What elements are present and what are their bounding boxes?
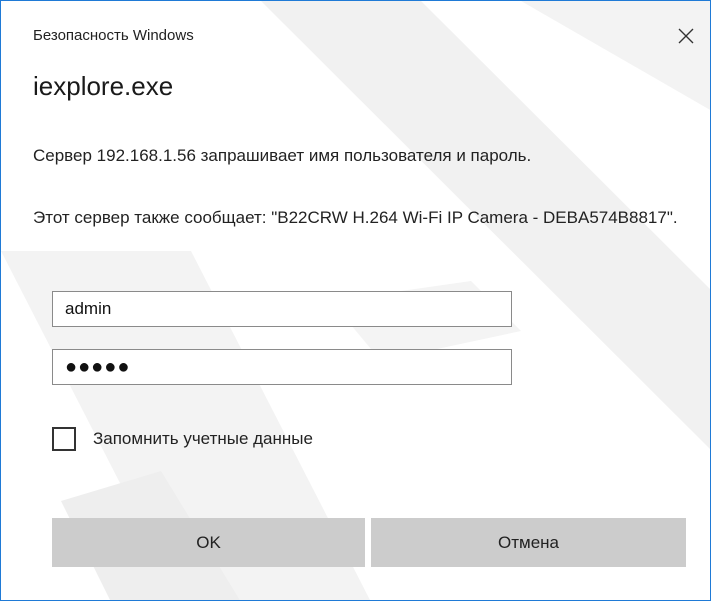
window-title: Безопасность Windows (33, 27, 194, 44)
password-input[interactable] (52, 349, 512, 385)
credential-dialog: Безопасность Windows iexplore.exe Сервер… (0, 0, 711, 601)
username-input[interactable] (52, 291, 512, 327)
server-request-message: Сервер 192.168.1.56 запрашивает имя поль… (33, 146, 532, 165)
server-info-message: Этот сервер также сообщает: "B22CRW H.26… (33, 208, 678, 227)
close-button[interactable] (669, 21, 703, 51)
ok-button[interactable]: OK (52, 518, 365, 567)
remember-credentials-option[interactable]: Запомнить учетные данные (52, 427, 313, 451)
cancel-button[interactable]: Отмена (371, 518, 686, 567)
remember-checkbox-label: Запомнить учетные данные (93, 429, 313, 448)
app-name: iexplore.exe (33, 71, 174, 101)
remember-checkbox[interactable] (52, 427, 76, 451)
close-icon (678, 28, 694, 44)
